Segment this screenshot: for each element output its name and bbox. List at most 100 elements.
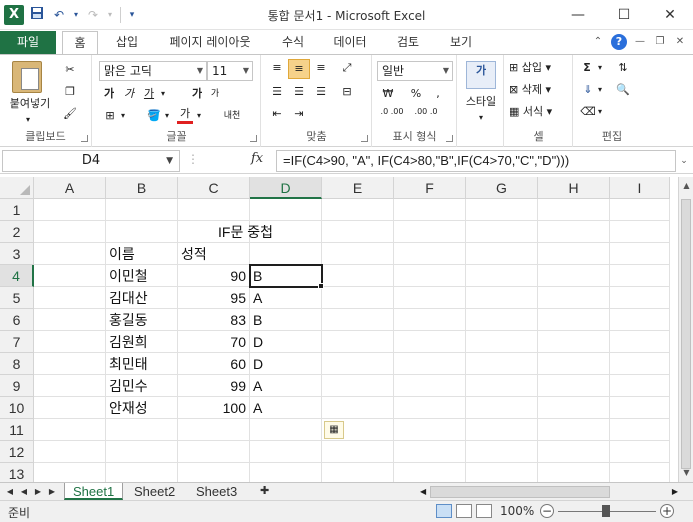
clipboard-launcher-icon[interactable] [81, 135, 88, 142]
cell-g5[interactable] [466, 287, 538, 309]
styles-icon[interactable]: 가 [466, 61, 496, 89]
underline-button[interactable]: 가 [141, 85, 157, 103]
column-header-c[interactable]: C [178, 177, 250, 199]
cell-b11[interactable] [106, 419, 178, 441]
cell-g6[interactable] [466, 309, 538, 331]
cell-f11[interactable] [394, 419, 466, 441]
number-format-select[interactable]: 일반 ▼ [377, 61, 453, 81]
paste-dropdown-icon[interactable]: ▾ [22, 111, 34, 129]
workbook-close-icon[interactable]: ✕ [673, 35, 687, 49]
cell-d1[interactable] [250, 199, 322, 221]
column-header-b[interactable]: B [106, 177, 178, 199]
prev-sheet-icon[interactable]: ◀ [18, 484, 30, 500]
cell-a5[interactable] [34, 287, 106, 309]
cell-a6[interactable] [34, 309, 106, 331]
fill-color-dropdown-icon[interactable]: ▾ [163, 107, 171, 125]
cell-f10[interactable] [394, 397, 466, 419]
cell-e3[interactable] [322, 243, 394, 265]
cell-f7[interactable] [394, 331, 466, 353]
align-bottom-icon[interactable]: ≡ [310, 59, 332, 77]
insert-sheet-icon[interactable]: ✚ [252, 483, 277, 500]
underline-dropdown-icon[interactable]: ▾ [159, 85, 167, 103]
tab-file[interactable]: 파일 [0, 31, 56, 54]
increase-indent-icon[interactable]: ⇥ [288, 105, 310, 123]
vertical-scrollbar[interactable]: ▲ ▼ [678, 177, 693, 482]
cell-c1[interactable] [178, 199, 250, 221]
font-launcher-icon[interactable] [250, 135, 257, 142]
cell-h12[interactable] [538, 441, 610, 463]
tab-insert[interactable]: 삽입 [110, 31, 144, 54]
cell-i8[interactable] [610, 353, 670, 375]
cell-h13[interactable] [538, 463, 610, 482]
name-box[interactable]: D4 ▼ [2, 150, 180, 172]
scroll-left-icon[interactable]: ◀ [420, 485, 426, 499]
tab-data[interactable]: 데이터 [328, 31, 372, 54]
normal-view-icon[interactable] [436, 504, 452, 518]
cell-d7[interactable]: D [250, 331, 322, 353]
cell-g2[interactable] [466, 221, 538, 243]
cell-c10[interactable]: 100 [178, 397, 250, 419]
italic-button[interactable]: 가 [121, 85, 137, 103]
row-header-6[interactable]: 6 [0, 309, 34, 331]
cell-a4[interactable] [34, 265, 106, 287]
cell-b4[interactable]: 이민철 [106, 265, 178, 287]
row-header-7[interactable]: 7 [0, 331, 34, 353]
cell-b3[interactable]: 이름 [106, 243, 178, 265]
align-top-icon[interactable]: ≡ [266, 59, 288, 77]
border-dropdown-icon[interactable]: ▾ [119, 107, 127, 125]
cell-f5[interactable] [394, 287, 466, 309]
row-header-12[interactable]: 12 [0, 441, 34, 463]
page-layout-view-icon[interactable] [456, 504, 472, 518]
cell-f6[interactable] [394, 309, 466, 331]
paste-icon[interactable] [12, 61, 42, 93]
cell-c11[interactable] [178, 419, 250, 441]
styles-dropdown-icon[interactable]: ▾ [476, 109, 486, 127]
cell-b1[interactable] [106, 199, 178, 221]
cell-f1[interactable] [394, 199, 466, 221]
worksheet-grid[interactable]: A B C D E F G H I 1 2 3 이름 성적 4 이민철 90 B 5 김대산 95 A 6 홍길동 83 B 7 김원… [0, 177, 678, 482]
autosum-button[interactable]: Σ [580, 59, 594, 77]
cell-b9[interactable]: 김민수 [106, 375, 178, 397]
cell-h10[interactable] [538, 397, 610, 419]
last-sheet-icon[interactable]: ▶ [46, 484, 58, 500]
column-header-g[interactable]: G [466, 177, 538, 199]
tab-page-layout[interactable]: 페이지 레이아웃 [160, 31, 260, 54]
cell-f2[interactable] [394, 221, 466, 243]
cell-h6[interactable] [538, 309, 610, 331]
cell-g4[interactable] [466, 265, 538, 287]
cell-c9[interactable]: 99 [178, 375, 250, 397]
cell-g1[interactable] [466, 199, 538, 221]
autosum-dropdown-icon[interactable]: ▾ [596, 59, 604, 77]
cell-e8[interactable] [322, 353, 394, 375]
cell-c5[interactable]: 95 [178, 287, 250, 309]
cell-i9[interactable] [610, 375, 670, 397]
cell-h1[interactable] [538, 199, 610, 221]
number-launcher-icon[interactable] [446, 135, 453, 142]
cell-b12[interactable] [106, 441, 178, 463]
cell-c12[interactable] [178, 441, 250, 463]
cell-i12[interactable] [610, 441, 670, 463]
zoom-level[interactable]: 100% [500, 504, 534, 518]
formula-input[interactable]: =IF(C4>90, "A", IF(C4>80,"B",IF(C4>70,"C… [276, 150, 676, 172]
align-middle-icon[interactable]: ≡ [288, 59, 310, 79]
cell-b8[interactable]: 최민태 [106, 353, 178, 375]
cell-a7[interactable] [34, 331, 106, 353]
cell-a12[interactable] [34, 441, 106, 463]
auto-fill-options-icon[interactable]: ▦ [324, 421, 344, 439]
column-header-h[interactable]: H [538, 177, 610, 199]
border-icon[interactable]: ⊞ [101, 107, 119, 125]
cell-d6[interactable]: B [250, 309, 322, 331]
zoom-out-icon[interactable]: − [540, 504, 554, 518]
cell-i2[interactable] [610, 221, 670, 243]
clear-dropdown-icon[interactable]: ▾ [596, 103, 604, 121]
fill-handle[interactable] [318, 283, 324, 289]
font-name-select[interactable]: 맑은 고딕 ▼ [99, 61, 207, 81]
cell-f4[interactable] [394, 265, 466, 287]
sheet-tab-sheet1[interactable]: Sheet1 [64, 483, 124, 500]
row-header-11[interactable]: 11 [0, 419, 34, 441]
zoom-in-icon[interactable]: + [660, 504, 674, 518]
font-color-button[interactable]: 가 [177, 107, 193, 124]
cell-h7[interactable] [538, 331, 610, 353]
column-header-f[interactable]: F [394, 177, 466, 199]
sheet-tab-sheet2[interactable]: Sheet2 [126, 483, 183, 500]
